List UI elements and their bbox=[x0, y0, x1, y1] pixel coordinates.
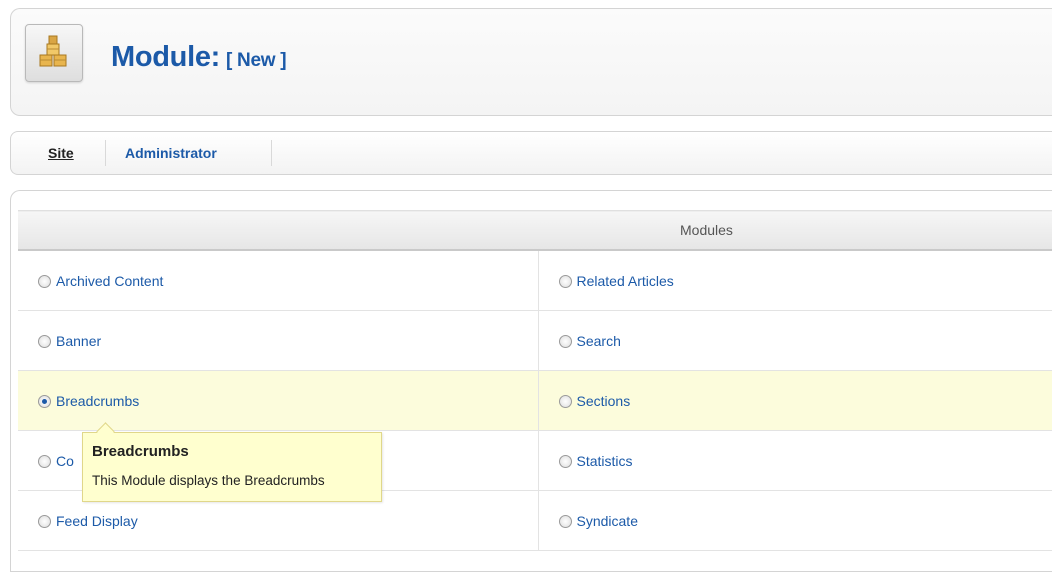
radio-button[interactable] bbox=[38, 334, 51, 348]
module-label[interactable]: Sections bbox=[577, 393, 631, 409]
tab-administrator[interactable]: Administrator bbox=[125, 145, 217, 161]
module-option-syndicate[interactable]: Syndicate bbox=[538, 490, 1052, 551]
modules-heading: Modules bbox=[18, 210, 1052, 251]
radio-button[interactable] bbox=[558, 394, 572, 408]
module-option-statistics[interactable]: Statistics bbox=[538, 430, 1052, 491]
page-title-text: Module: bbox=[111, 41, 221, 73]
submenu-divider bbox=[105, 140, 106, 166]
radio-button[interactable] bbox=[38, 454, 51, 468]
module-label[interactable]: Co bbox=[56, 453, 74, 469]
page-subtitle: [ New ] bbox=[226, 50, 287, 71]
page-title: Module:[ New ] bbox=[111, 41, 287, 74]
table-row: Archived Content Related Articles bbox=[18, 250, 1052, 311]
module-label[interactable]: Related Articles bbox=[577, 273, 674, 289]
module-option-related-articles[interactable]: Related Articles bbox=[538, 250, 1052, 311]
header-panel: Module:[ New ] bbox=[10, 8, 1052, 116]
radio-button[interactable] bbox=[558, 454, 572, 468]
module-box-icon bbox=[25, 24, 83, 82]
module-label[interactable]: Feed Display bbox=[56, 513, 138, 529]
module-tooltip: Breadcrumbs This Module displays the Bre… bbox=[82, 432, 382, 502]
tooltip-description: This Module displays the Breadcrumbs bbox=[92, 473, 325, 488]
module-label[interactable]: Statistics bbox=[577, 453, 633, 469]
table-header-row: Modules bbox=[18, 210, 1052, 251]
radio-button[interactable] bbox=[558, 274, 572, 288]
module-option-search[interactable]: Search bbox=[538, 310, 1052, 371]
submenu-divider bbox=[271, 140, 272, 166]
table-row-selected: Breadcrumbs Sections bbox=[18, 370, 1052, 431]
tab-site[interactable]: Site bbox=[48, 145, 74, 161]
module-option-banner[interactable]: Banner bbox=[18, 310, 539, 371]
radio-button[interactable] bbox=[558, 334, 572, 348]
radio-button[interactable] bbox=[558, 514, 572, 528]
module-label[interactable]: Syndicate bbox=[577, 513, 638, 529]
radio-button[interactable] bbox=[38, 274, 51, 288]
module-label[interactable]: Breadcrumbs bbox=[56, 393, 139, 409]
module-option-sections[interactable]: Sections bbox=[538, 370, 1052, 431]
radio-button[interactable] bbox=[38, 514, 51, 528]
table-row: Banner Search bbox=[18, 310, 1052, 371]
module-option-archived-content[interactable]: Archived Content bbox=[18, 250, 539, 311]
submenu: Site Administrator bbox=[10, 131, 1052, 175]
module-label[interactable]: Archived Content bbox=[56, 273, 163, 289]
tooltip-title: Breadcrumbs bbox=[92, 443, 189, 460]
radio-button-checked[interactable] bbox=[38, 394, 51, 408]
module-label[interactable]: Search bbox=[577, 333, 621, 349]
module-option-breadcrumbs[interactable]: Breadcrumbs bbox=[18, 370, 539, 431]
module-label[interactable]: Banner bbox=[56, 333, 101, 349]
